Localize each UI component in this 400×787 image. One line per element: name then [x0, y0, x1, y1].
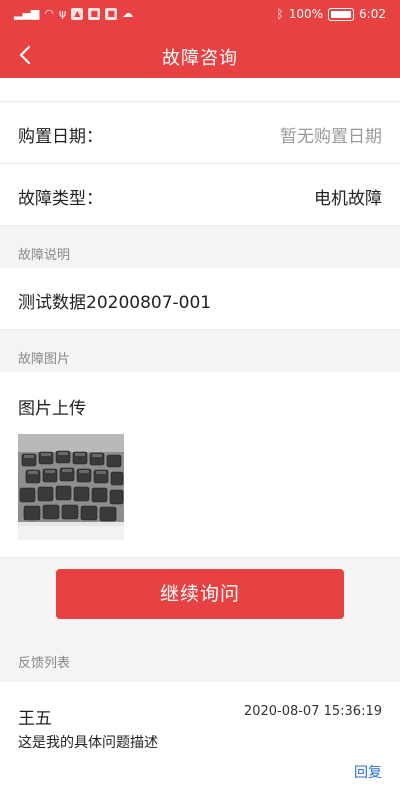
bluetooth-icon: ᛒ [276, 7, 284, 21]
description-row: 测试数据20200807-001 [0, 268, 400, 330]
page-title: 故障咨询 [162, 48, 238, 69]
top-spacer-row [0, 78, 400, 102]
purchase-date-label: 购置日期： [18, 127, 103, 147]
description-section-label: 故障说明 [18, 248, 71, 263]
clock: 6:02 [359, 7, 386, 21]
status-bar: ▂▄▆ ◠ ψ ▲ ■ ■ ☁ ᛒ 100% 6:02 [0, 0, 400, 32]
app-notification-icon: ■ [88, 8, 101, 20]
purchase-date-value: 暂无购置日期 [280, 127, 382, 147]
feedback-author: 王五 [18, 709, 52, 729]
cloud-icon: ☁ [122, 7, 134, 20]
description-text: 测试数据20200807-001 [18, 293, 212, 313]
purchase-date-row: 购置日期： 暂无购置日期 [0, 102, 400, 164]
images-section-label: 故障图片 [18, 352, 71, 367]
app-header: ▂▄▆ ◠ ψ ▲ ■ ■ ☁ ᛒ 100% 6:02 故障咨询 [0, 0, 400, 78]
fault-type-label: 故障类型： [18, 189, 103, 209]
uploaded-image-thumbnail[interactable] [18, 434, 124, 540]
status-icons-left: ▂▄▆ ◠ ψ ▲ ■ ■ ☁ [14, 8, 133, 20]
status-icons-right: ᛒ 100% 6:02 [277, 7, 386, 21]
signal-icon: ▂▄▆ [14, 7, 40, 20]
usb-icon: ψ [59, 7, 67, 20]
app-notification-icon: ■ [105, 8, 118, 20]
battery-percent: 100% [288, 7, 324, 21]
battery-icon [328, 7, 355, 21]
nav-bar: 故障咨询 [0, 32, 400, 78]
fault-type-value: 电机故障 [314, 189, 382, 209]
continue-inquiry-button[interactable]: 继续询问 [56, 569, 344, 619]
image-upload-title: 图片上传 [18, 399, 86, 419]
keyboard-photo [18, 434, 124, 540]
feedback-section-label: 反馈列表 [18, 656, 71, 671]
feedback-timestamp: 2020-08-07 15:36:19 [243, 704, 382, 719]
alert-icon: ▲ [71, 8, 84, 20]
fault-type-row: 故障类型： 电机故障 [0, 164, 400, 226]
reply-link[interactable]: 回复 [354, 762, 382, 782]
feedback-content: 这是我的具体问题描述 [18, 735, 158, 751]
wifi-icon: ◠ [44, 7, 54, 20]
list-item: 王五 2020-08-07 15:36:19 这是我的具体问题描述 回复 [0, 682, 400, 787]
